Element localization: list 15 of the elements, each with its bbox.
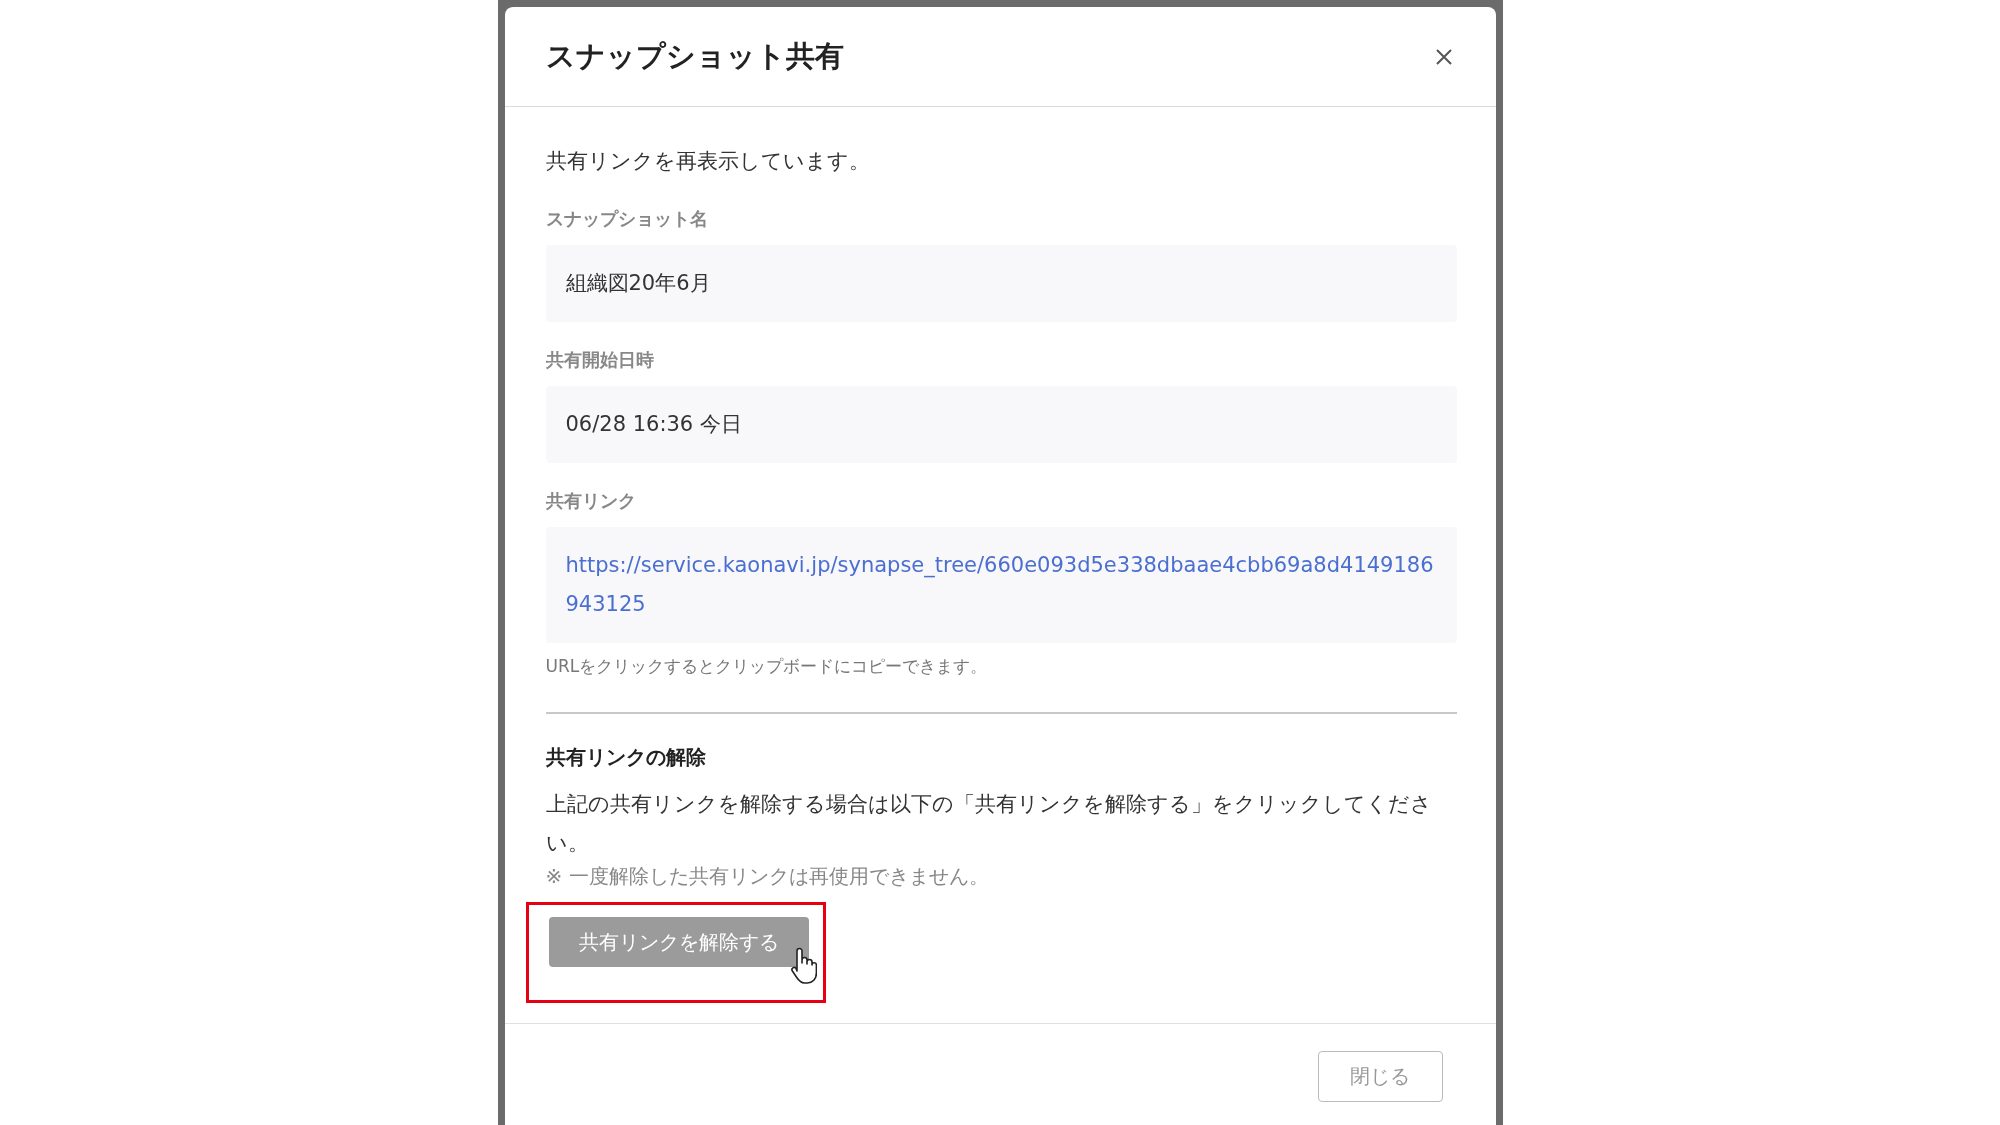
field-label: スナップショット名 [545,207,709,231]
description-text: 上記の共有リンクを解除する場合は以下の「共有リンクを解除する」をクリックしてください。 [545,791,1433,857]
field-label: 共有開始日時 [545,348,655,372]
dialog-title: スナップショット共有 [545,37,844,75]
note-text: ※ 一度解除した共有リンクは再使用できません。 [545,863,990,890]
share-link[interactable]: https://service.kaonavi.jp/synapse_tree/660e093d5e338dbaae4cbb69a8d4149186943125 [565,546,1437,624]
close-button[interactable]: 閉じる [1317,1050,1443,1102]
field-label: 共有リンク [545,489,637,513]
section-heading: 共有リンクの解除 [545,744,707,771]
release-link-button[interactable]: 共有リンクを解除する [548,917,809,967]
hand-cursor-icon [788,947,817,985]
readonly-field: 06/28 16:36 今日 [545,386,1457,463]
readonly-field: 組織図20年6月 [545,245,1457,322]
hint-text: URLをクリックするとクリップボードにコピーできます。 [545,655,989,678]
intro-text: 共有リンクを再表示しています。 [545,148,871,175]
